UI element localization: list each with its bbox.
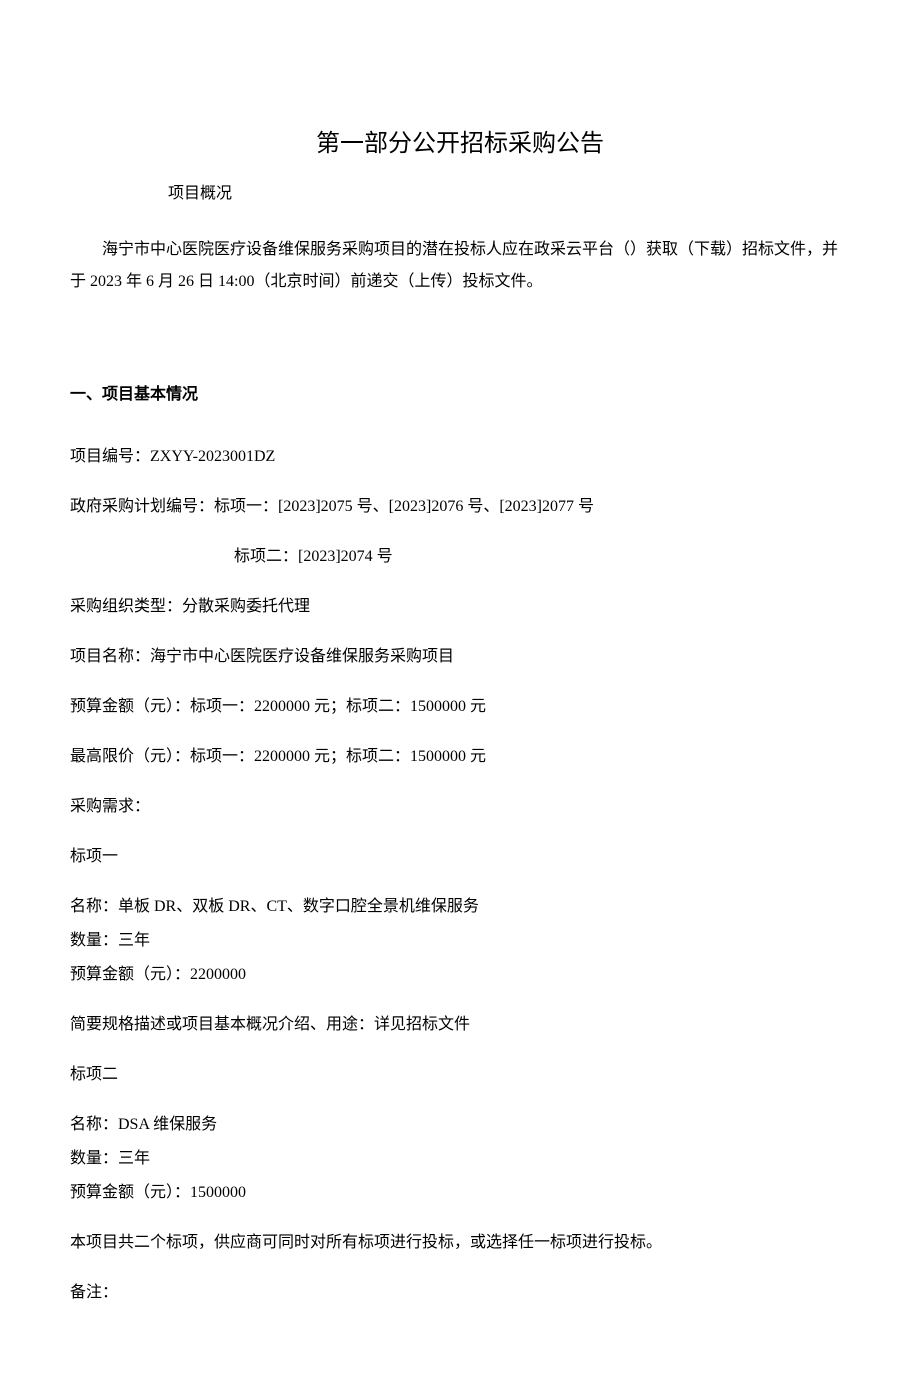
document-title: 第一部分公开招标采购公告 bbox=[70, 126, 850, 162]
lot1-name: 名称：单板 DR、双板 DR、CT、数字口腔全景机维保服务 bbox=[70, 895, 850, 919]
remarks-label: 备注： bbox=[70, 1281, 850, 1305]
overview-label: 项目概况 bbox=[168, 182, 850, 206]
plan-number-line2: 标项二：[2023]2074 号 bbox=[234, 545, 850, 569]
lot2-label: 标项二 bbox=[70, 1063, 850, 1087]
overview-text: 海宁市中心医院医疗设备维保服务采购项目的潜在投标人应在政采云平台（）获取（下载）… bbox=[70, 234, 850, 298]
lot2-budget: 预算金额（元）：1500000 bbox=[70, 1181, 850, 1205]
document-page: 第一部分公开招标采购公告 项目概况 海宁市中心医院医疗设备维保服务采购项目的潜在… bbox=[0, 0, 920, 1391]
project-name: 项目名称：海宁市中心医院医疗设备维保服务采购项目 bbox=[70, 645, 850, 669]
lot1-label: 标项一 bbox=[70, 845, 850, 869]
project-number: 项目编号：ZXYY-2023001DZ bbox=[70, 445, 850, 469]
org-type: 采购组织类型：分散采购委托代理 bbox=[70, 595, 850, 619]
lot1-quantity: 数量：三年 bbox=[70, 929, 850, 953]
budget-amount: 预算金额（元）：标项一：2200000 元；标项二：1500000 元 bbox=[70, 695, 850, 719]
section-heading-basic-info: 一、项目基本情况 bbox=[70, 383, 850, 407]
lot2-name: 名称：DSA 维保服务 bbox=[70, 1113, 850, 1137]
plan-number-line1: 政府采购计划编号：标项一：[2023]2075 号、[2023]2076 号、[… bbox=[70, 495, 850, 519]
lot2-quantity: 数量：三年 bbox=[70, 1147, 850, 1171]
requirements-label: 采购需求： bbox=[70, 795, 850, 819]
description: 简要规格描述或项目基本概况介绍、用途：详见招标文件 bbox=[70, 1013, 850, 1037]
supplier-note: 本项目共二个标项，供应商可同时对所有标项进行投标，或选择任一标项进行投标。 bbox=[70, 1231, 850, 1255]
max-price: 最高限价（元）：标项一：2200000 元；标项二：1500000 元 bbox=[70, 745, 850, 769]
lot1-budget: 预算金额（元）：2200000 bbox=[70, 963, 850, 987]
